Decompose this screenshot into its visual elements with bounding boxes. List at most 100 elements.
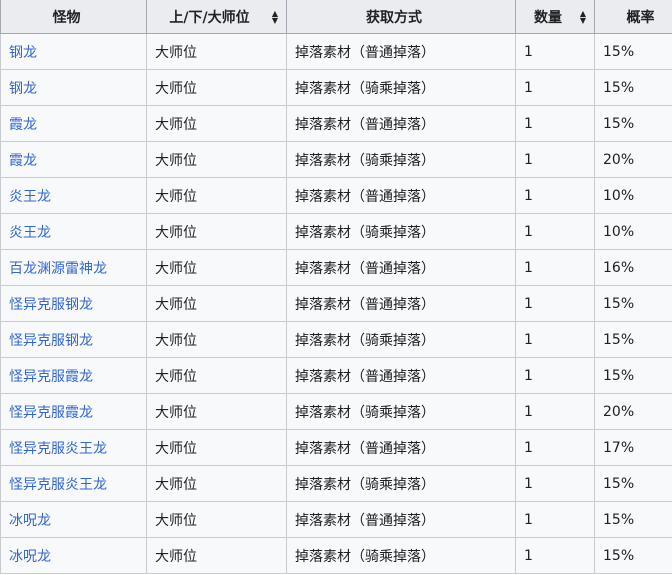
monster-cell: 怪异克服霞龙 xyxy=(0,357,147,394)
rank-cell: 大师位 xyxy=(146,33,287,70)
quantity-cell: 1 xyxy=(515,537,595,574)
table-row: 怪异克服霞龙 大师位 掉落素材（骑乘掉落） 1 20% xyxy=(0,393,672,430)
monster-cell: 炎王龙 xyxy=(0,177,147,214)
quantity-cell: 1 xyxy=(515,393,595,430)
monster-link[interactable]: 冰呪龙 xyxy=(9,513,51,529)
method-cell: 掉落素材（骑乘掉落） xyxy=(286,393,516,430)
table-row: 钢龙 大师位 掉落素材（普通掉落） 1 15% xyxy=(0,33,672,70)
monster-cell: 怪异克服钢龙 xyxy=(0,285,147,322)
rate-cell: 16% xyxy=(594,249,672,286)
monster-cell: 怪异克服霞龙 xyxy=(0,393,147,430)
monster-link[interactable]: 怪异克服炎王龙 xyxy=(9,477,107,493)
method-cell: 掉落素材（骑乘掉落） xyxy=(286,465,516,502)
method-cell: 掉落素材（骑乘掉落） xyxy=(286,141,516,178)
table-row: 钢龙 大师位 掉落素材（骑乘掉落） 1 15% xyxy=(0,69,672,106)
monster-cell: 炎王龙 xyxy=(0,213,147,250)
method-cell: 掉落素材（普通掉落） xyxy=(286,249,516,286)
rate-cell: 10% xyxy=(594,177,672,214)
sort-arrows-icon[interactable]: ▲ ▼ xyxy=(580,9,586,24)
rate-cell: 15% xyxy=(594,357,672,394)
monster-link[interactable]: 怪异克服霞龙 xyxy=(9,405,93,421)
rate-cell: 10% xyxy=(594,213,672,250)
method-cell: 掉落素材（骑乘掉落） xyxy=(286,321,516,358)
quantity-cell: 1 xyxy=(515,177,595,214)
rank-cell: 大师位 xyxy=(146,69,287,106)
rate-cell: 17% xyxy=(594,429,672,466)
rank-cell: 大师位 xyxy=(146,393,287,430)
rate-cell: 15% xyxy=(594,537,672,574)
monster-link[interactable]: 怪异克服霞龙 xyxy=(9,369,93,385)
method-cell: 掉落素材（骑乘掉落） xyxy=(286,213,516,250)
table-row: 怪异克服炎王龙 大师位 掉落素材（普通掉落） 1 17% xyxy=(0,429,672,466)
monster-cell: 霞龙 xyxy=(0,105,147,142)
header-label: 上/下/大师位 xyxy=(169,9,250,26)
header-label: 概率 xyxy=(626,9,655,26)
monster-link[interactable]: 冰呪龙 xyxy=(9,549,51,565)
quantity-cell: 1 xyxy=(515,357,595,394)
header-label: 获取方式 xyxy=(366,9,422,26)
header-rate[interactable]: 概率 ▲▼ xyxy=(594,0,672,34)
monster-cell: 钢龙 xyxy=(0,33,147,70)
monster-link[interactable]: 怪异克服钢龙 xyxy=(9,333,93,349)
quantity-cell: 1 xyxy=(515,465,595,502)
rate-cell: 15% xyxy=(594,321,672,358)
method-cell: 掉落素材（普通掉落） xyxy=(286,285,516,322)
header-method[interactable]: 获取方式 xyxy=(286,0,516,34)
rank-cell: 大师位 xyxy=(146,249,287,286)
rank-cell: 大师位 xyxy=(146,357,287,394)
quantity-cell: 1 xyxy=(515,105,595,142)
rate-cell: 15% xyxy=(594,285,672,322)
rate-cell: 20% xyxy=(594,141,672,178)
header-label: 数量 xyxy=(534,9,562,26)
rank-cell: 大师位 xyxy=(146,213,287,250)
rank-cell: 大师位 xyxy=(146,285,287,322)
header-quantity[interactable]: 数量 ▲ ▼ xyxy=(515,0,595,34)
table-row: 霞龙 大师位 掉落素材（普通掉落） 1 15% xyxy=(0,105,672,142)
table-row: 冰呪龙 大师位 掉落素材（普通掉落） 1 15% xyxy=(0,501,672,538)
monster-link[interactable]: 霞龙 xyxy=(9,153,37,169)
rate-cell: 15% xyxy=(594,33,672,70)
quantity-cell: 1 xyxy=(515,213,595,250)
rate-cell: 15% xyxy=(594,465,672,502)
quantity-cell: 1 xyxy=(515,249,595,286)
monster-cell: 霞龙 xyxy=(0,141,147,178)
method-cell: 掉落素材（普通掉落） xyxy=(286,105,516,142)
monster-cell: 冰呪龙 xyxy=(0,501,147,538)
monster-cell: 百龙渊源雷神龙 xyxy=(0,249,147,286)
quantity-cell: 1 xyxy=(515,141,595,178)
method-cell: 掉落素材（骑乘掉落） xyxy=(286,537,516,574)
quantity-cell: 1 xyxy=(515,69,595,106)
monster-cell: 冰呪龙 xyxy=(0,537,147,574)
monster-link[interactable]: 钢龙 xyxy=(9,81,37,97)
header-rank[interactable]: 上/下/大师位 ▲ ▼ xyxy=(146,0,287,34)
method-cell: 掉落素材（普通掉落） xyxy=(286,177,516,214)
header-label: 怪物 xyxy=(52,9,81,26)
monster-cell: 怪异克服炎王龙 xyxy=(0,429,147,466)
method-cell: 掉落素材（骑乘掉落） xyxy=(286,69,516,106)
table-row: 百龙渊源雷神龙 大师位 掉落素材（普通掉落） 1 16% xyxy=(0,249,672,286)
monster-link[interactable]: 钢龙 xyxy=(9,45,37,61)
header-monster[interactable]: 怪物 xyxy=(0,0,147,34)
monster-link[interactable]: 炎王龙 xyxy=(9,225,51,241)
monster-link[interactable]: 怪异克服钢龙 xyxy=(9,297,93,313)
table-row: 霞龙 大师位 掉落素材（骑乘掉落） 1 20% xyxy=(0,141,672,178)
sort-arrows-icon[interactable]: ▲ ▼ xyxy=(272,9,278,24)
quantity-cell: 1 xyxy=(515,321,595,358)
rank-cell: 大师位 xyxy=(146,537,287,574)
rate-cell: 15% xyxy=(594,105,672,142)
quantity-cell: 1 xyxy=(515,33,595,70)
table-row: 怪异克服钢龙 大师位 掉落素材（骑乘掉落） 1 15% xyxy=(0,321,672,358)
quantity-cell: 1 xyxy=(515,501,595,538)
monster-link[interactable]: 炎王龙 xyxy=(9,189,51,205)
method-cell: 掉落素材（普通掉落） xyxy=(286,501,516,538)
monster-cell: 怪异克服炎王龙 xyxy=(0,465,147,502)
monster-link[interactable]: 霞龙 xyxy=(9,117,37,133)
rank-cell: 大师位 xyxy=(146,465,287,502)
rank-cell: 大师位 xyxy=(146,141,287,178)
header-row: 怪物 上/下/大师位 ▲▼ 获取方式 数量 ▲▼ 概率 ▲▼ xyxy=(0,0,672,34)
monster-link[interactable]: 怪异克服炎王龙 xyxy=(9,441,107,457)
rate-cell: 15% xyxy=(594,69,672,106)
quantity-cell: 1 xyxy=(515,285,595,322)
method-cell: 掉落素材（普通掉落） xyxy=(286,33,516,70)
monster-link[interactable]: 百龙渊源雷神龙 xyxy=(9,261,107,277)
